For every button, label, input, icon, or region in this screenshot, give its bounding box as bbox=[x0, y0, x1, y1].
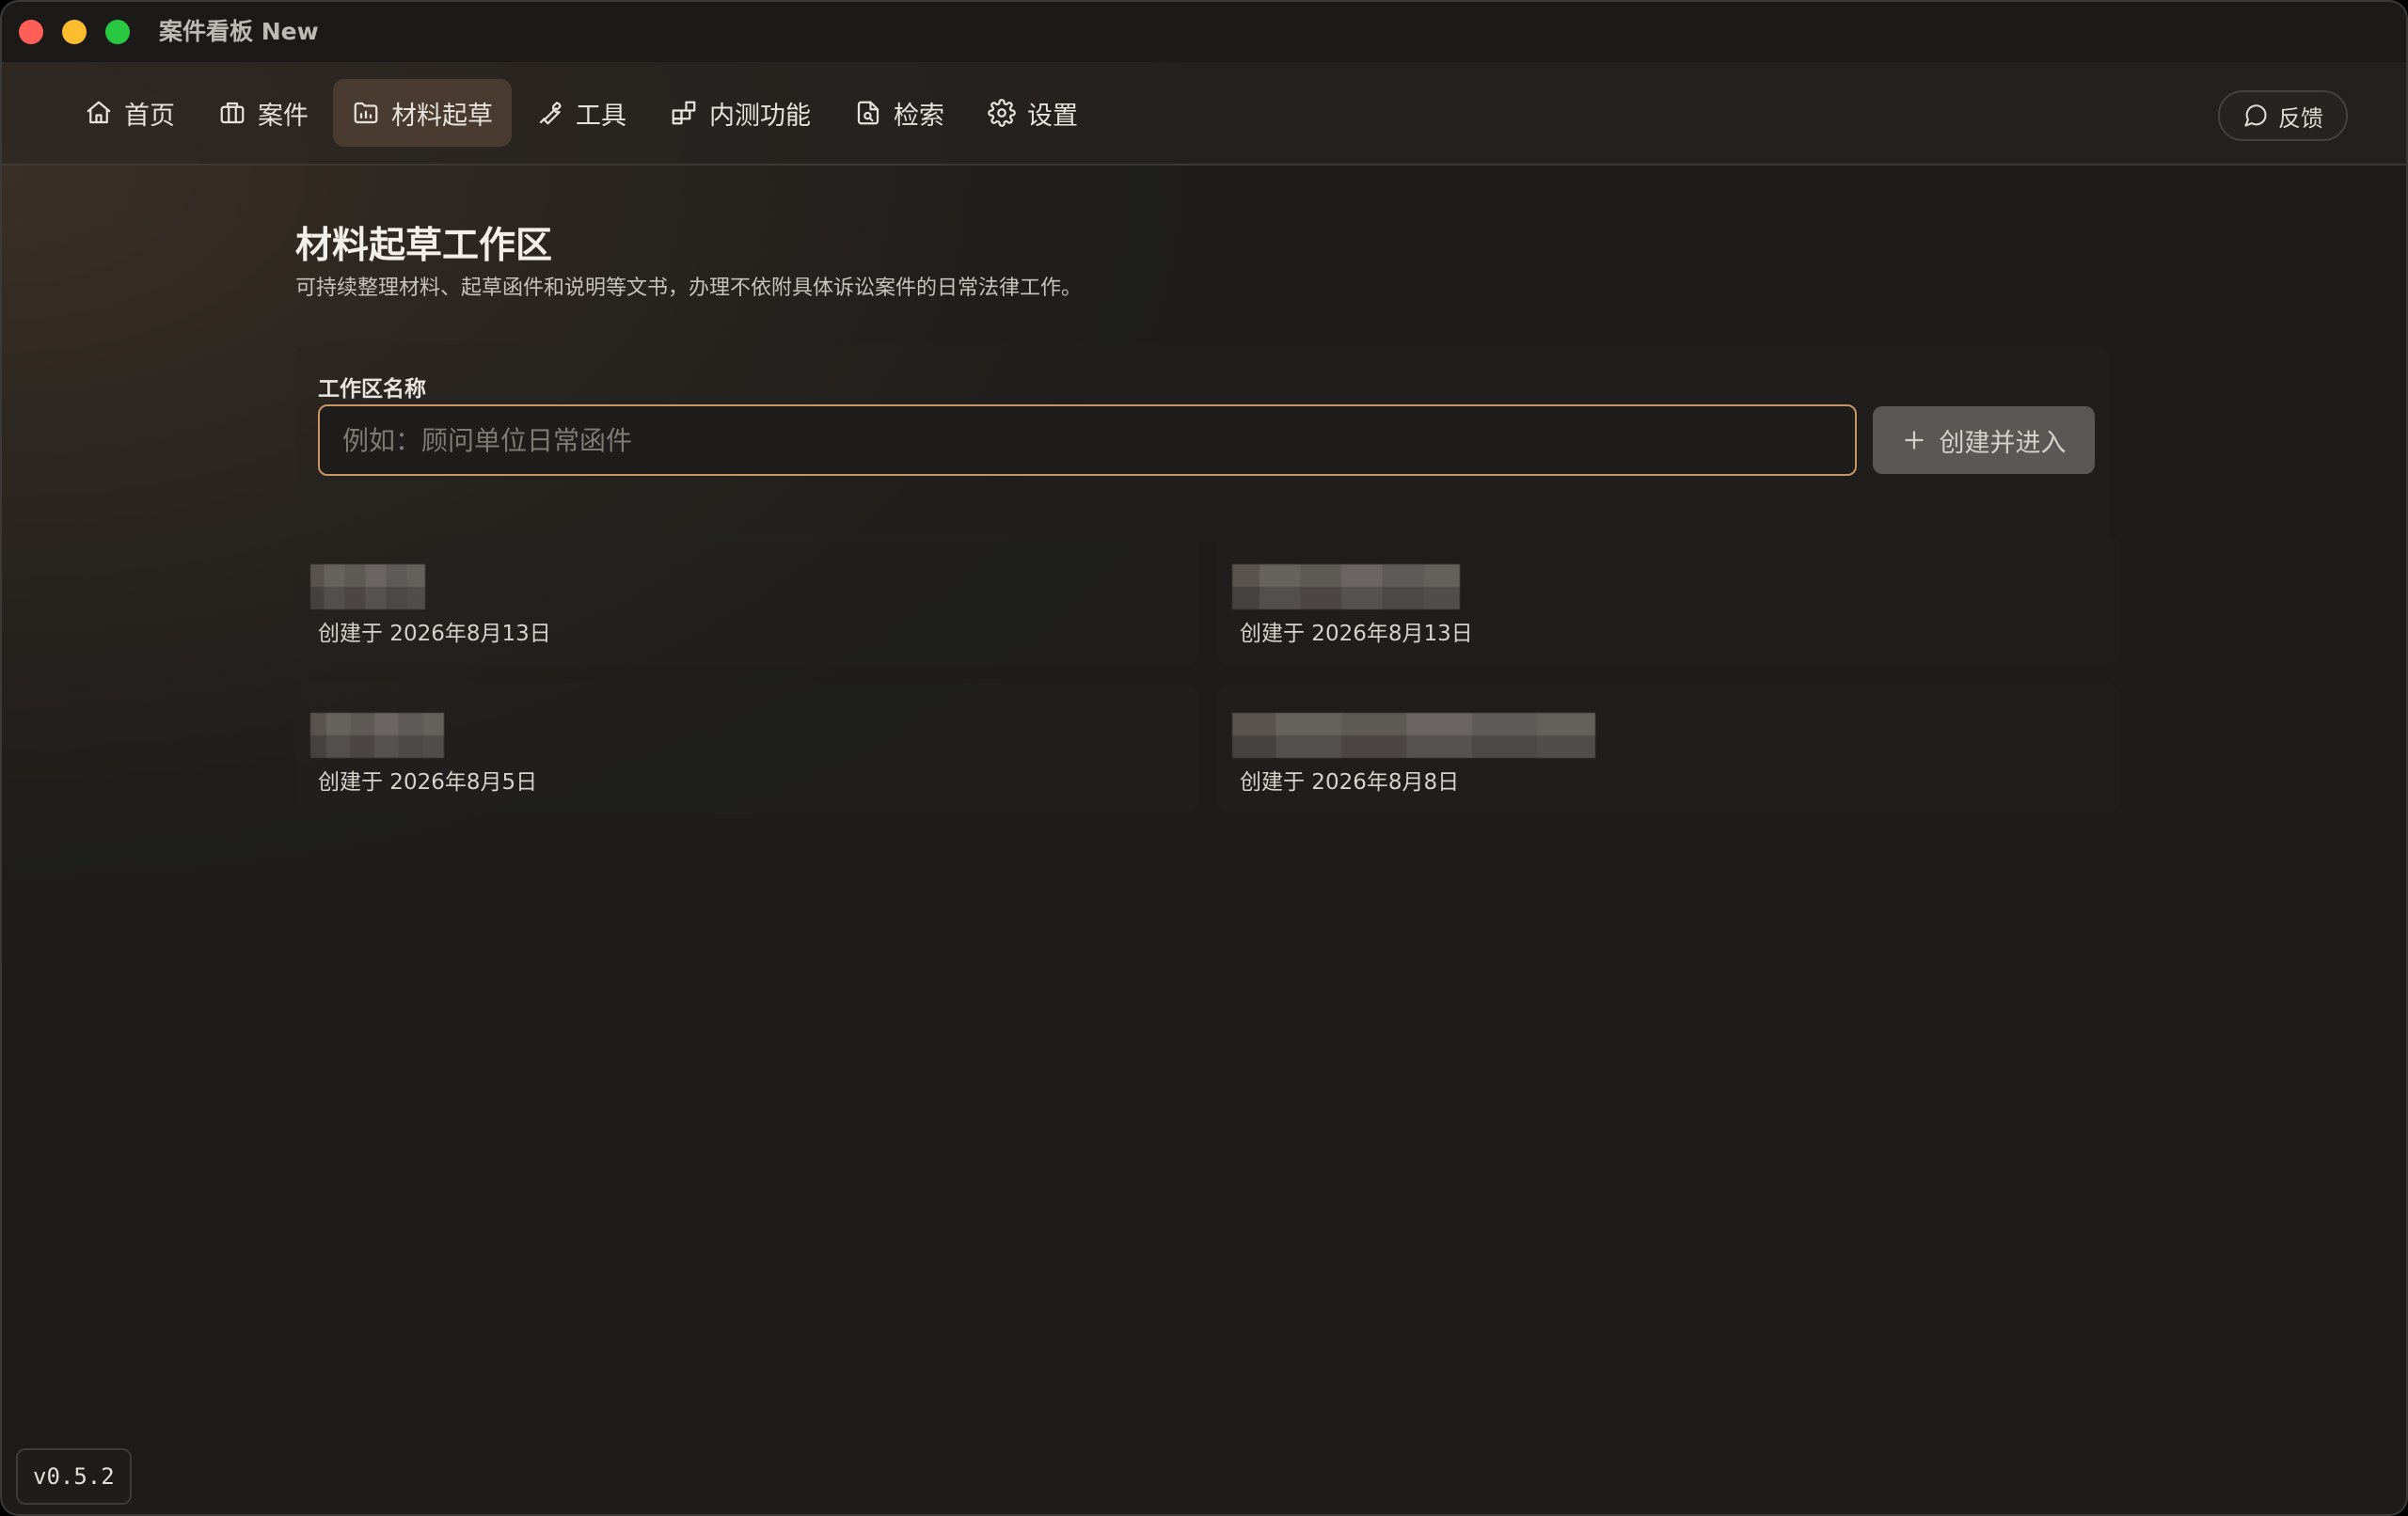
blocks-icon bbox=[672, 101, 696, 125]
wrench-icon bbox=[539, 102, 562, 125]
top-navigation: 首页 案件 材料起草 工具 内测功能 检索 设置 反馈 bbox=[2, 62, 2406, 166]
nav-item-beta[interactable]: 内测功能 bbox=[651, 79, 830, 147]
nav-item-search[interactable]: 检索 bbox=[835, 79, 963, 147]
chat-bubble-icon bbox=[2244, 104, 2267, 127]
nav-item-settings[interactable]: 设置 bbox=[969, 79, 1097, 147]
feedback-button[interactable]: 反馈 bbox=[2218, 90, 2348, 141]
nav-item-label: 案件 bbox=[258, 101, 309, 131]
feedback-label: 反馈 bbox=[2278, 104, 2323, 132]
gear-icon bbox=[988, 99, 1016, 127]
nav-item-cases[interactable]: 案件 bbox=[199, 79, 327, 147]
app-window: 案件看板 New 首页 案件 材料起草 工具 内测功能 检索 设置 反馈 材料起… bbox=[0, 0, 2408, 1516]
workspace-name-redacted bbox=[310, 713, 444, 758]
workspace-created-date: 创建于 2026年8月5日 bbox=[318, 770, 538, 795]
nav-item-label: 材料起草 bbox=[391, 101, 493, 131]
title-bar: 案件看板 New bbox=[2, 2, 2406, 62]
nav-item-drafting[interactable]: 材料起草 bbox=[333, 79, 512, 147]
workspace-name-label: 工作区名称 bbox=[318, 377, 426, 402]
workspace-name-redacted bbox=[1232, 713, 1595, 758]
file-search-icon bbox=[857, 101, 879, 125]
maximize-window-button[interactable] bbox=[105, 20, 130, 44]
minimize-window-button[interactable] bbox=[62, 20, 87, 44]
workspace-card[interactable]: 创建于 2026年8月13日 bbox=[295, 534, 1198, 666]
workspace-created-date: 创建于 2026年8月13日 bbox=[1240, 622, 1473, 646]
nav-item-home[interactable]: 首页 bbox=[66, 79, 194, 147]
create-and-enter-button[interactable]: 创建并进入 bbox=[1873, 406, 2095, 474]
workspace-name-redacted bbox=[310, 564, 425, 609]
workspace-created-date: 创建于 2026年8月13日 bbox=[318, 622, 551, 646]
workspace-card[interactable]: 创建于 2026年8月8日 bbox=[1217, 683, 2120, 814]
workspace-name-redacted bbox=[1232, 564, 1460, 609]
page-title: 材料起草工作区 bbox=[295, 225, 553, 267]
nav-item-label: 工具 bbox=[576, 101, 626, 131]
create-button-label: 创建并进入 bbox=[1939, 428, 2067, 458]
folder-chart-icon bbox=[354, 102, 378, 124]
workspace-created-date: 创建于 2026年8月8日 bbox=[1240, 770, 1460, 795]
plus-icon bbox=[1904, 431, 1924, 450]
workspace-name-input[interactable] bbox=[318, 404, 1857, 476]
create-workspace-panel: 工作区名称 创建并进入 bbox=[295, 344, 2109, 542]
nav-item-label: 设置 bbox=[1027, 101, 1078, 131]
briefcase-icon bbox=[220, 102, 245, 124]
nav-item-tools[interactable]: 工具 bbox=[517, 79, 645, 147]
page-description: 可持续整理材料、起草函件和说明等文书，办理不依附具体诉讼案件的日常法律工作。 bbox=[295, 276, 1083, 300]
window-title: 案件看板 New bbox=[159, 18, 319, 45]
version-badge: v0.5.2 bbox=[16, 1448, 132, 1505]
close-window-button[interactable] bbox=[19, 20, 43, 44]
workspace-card[interactable]: 创建于 2026年8月5日 bbox=[295, 683, 1198, 814]
workspace-card[interactable]: 创建于 2026年8月13日 bbox=[1217, 534, 2120, 666]
nav-item-label: 检索 bbox=[894, 101, 944, 131]
home-icon bbox=[87, 101, 111, 124]
nav-item-label: 内测功能 bbox=[709, 101, 811, 131]
nav-item-label: 首页 bbox=[124, 101, 175, 131]
